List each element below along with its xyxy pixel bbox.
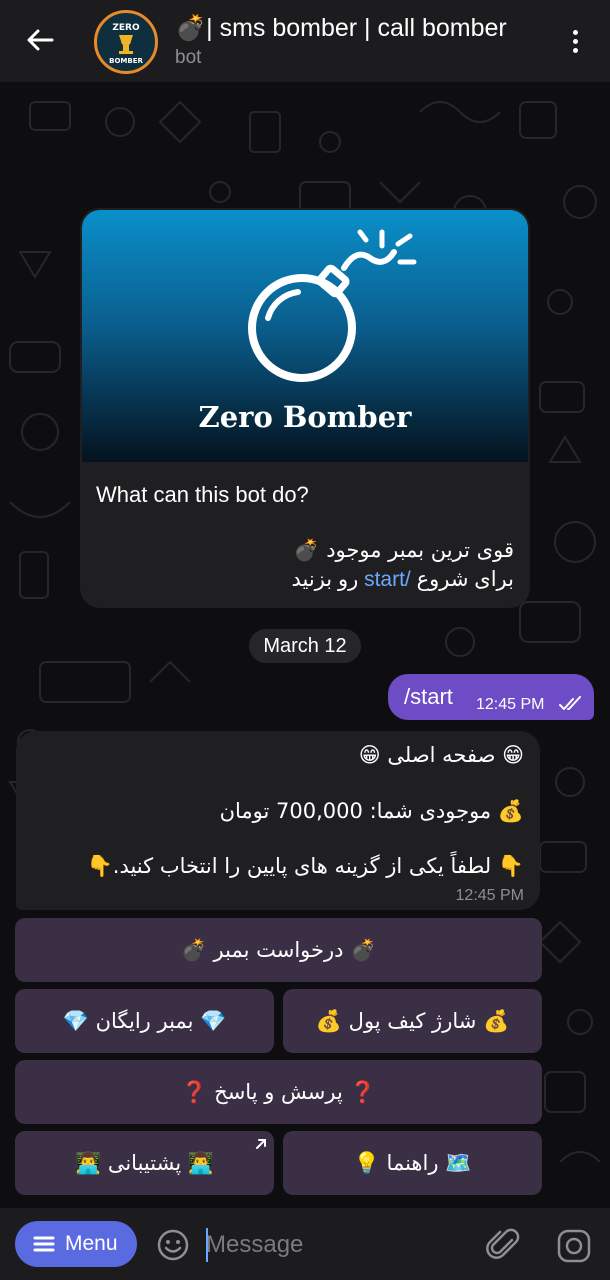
text-caret (206, 1228, 208, 1262)
faq-button[interactable]: ❓ پرسش و پاسخ ❓ (15, 1060, 542, 1124)
intro-heading: What can this bot do? (96, 482, 309, 507)
intro-banner-image[interactable]: Zero Bomber (82, 210, 528, 462)
date-separator: March 12 (249, 629, 361, 663)
external-link-arrow-icon (256, 1139, 266, 1149)
chat-subtitle: bot (175, 47, 202, 68)
more-options-button[interactable] (560, 24, 590, 58)
free-bomber-button[interactable]: 💎 بمبر رایگان 💎 (15, 989, 274, 1053)
bot-menu-button[interactable]: Menu (15, 1221, 137, 1267)
outgoing-message-bubble[interactable]: /start 12:45 PM (388, 674, 594, 720)
avatar-text-top: ZERO (112, 23, 140, 33)
more-dot (572, 47, 578, 53)
hamburger-menu-icon (33, 1236, 55, 1252)
bot-avatar[interactable]: ZERO BOMBER (94, 10, 158, 74)
start-command-link[interactable]: /start (364, 568, 411, 591)
bot-intro-card: Zero Bomber What can this bot do? قوی تر… (80, 208, 530, 608)
incoming-line-balance: 💰 موجودی شما: 700,000 تومان (219, 799, 524, 823)
more-dots-icon (572, 29, 578, 35)
avatar-text-bottom: BOMBER (109, 57, 143, 65)
intro-line-1-text: قوی ترین بمبر موجود 💣 (293, 538, 514, 562)
intro-line-2-suffix: رو بزنید (291, 568, 365, 591)
incoming-line-title: 😁 صفحه اصلی 😁 (358, 743, 524, 767)
incoming-message-bubble[interactable]: 😁 صفحه اصلی 😁 💰 موجودی شما: 700,000 توما… (16, 731, 540, 910)
support-button-label: 👨‍💻 پشتیبانی 👨‍💻 (75, 1150, 214, 1175)
camera-icon[interactable] (556, 1228, 592, 1264)
charge-wallet-button[interactable]: 💰 شارژ کیف پول 💰 (283, 989, 542, 1053)
outgoing-message-text: /start (404, 684, 453, 709)
request-bomber-button[interactable]: 💣 درخواست بمبر 💣 (15, 918, 542, 982)
outgoing-message-time: 12:45 PM (476, 696, 545, 713)
more-dot (572, 38, 578, 44)
back-button[interactable] (22, 22, 58, 58)
incoming-line-instruction: 👇 لطفاً یکی از گزینه های پایین را انتخاب… (86, 854, 524, 878)
zero-bomber-logo: ZERO BOMBER (99, 15, 153, 69)
back-arrow-icon (27, 29, 54, 51)
attach-paperclip-icon[interactable] (486, 1226, 522, 1264)
support-button[interactable]: 👨‍💻 پشتیبانی 👨‍💻 (15, 1131, 274, 1195)
bomb-icon (248, 229, 417, 382)
chat-title[interactable]: 💣| sms bomber | call bomber (175, 14, 545, 43)
message-input-bar: Menu (0, 1208, 610, 1280)
menu-button-label: Menu (65, 1232, 118, 1255)
intro-line-2-prefix: برای شروع (410, 568, 514, 591)
intro-banner-title: Zero Bomber (198, 400, 412, 434)
emoji-icon[interactable] (156, 1228, 190, 1262)
double-check-icon (559, 696, 581, 710)
incoming-message-time: 12:45 PM (455, 887, 524, 904)
message-input[interactable] (206, 1226, 476, 1264)
guide-button[interactable]: 🗺️ راهنما 💡 (283, 1131, 542, 1195)
chat-header: ZERO BOMBER 💣| sms bomber | call bomber … (0, 0, 610, 82)
intro-line-1: قوی ترین بمبر موجود 💣 (94, 538, 514, 563)
intro-line-2: برای شروع /start رو بزنید (94, 567, 514, 592)
